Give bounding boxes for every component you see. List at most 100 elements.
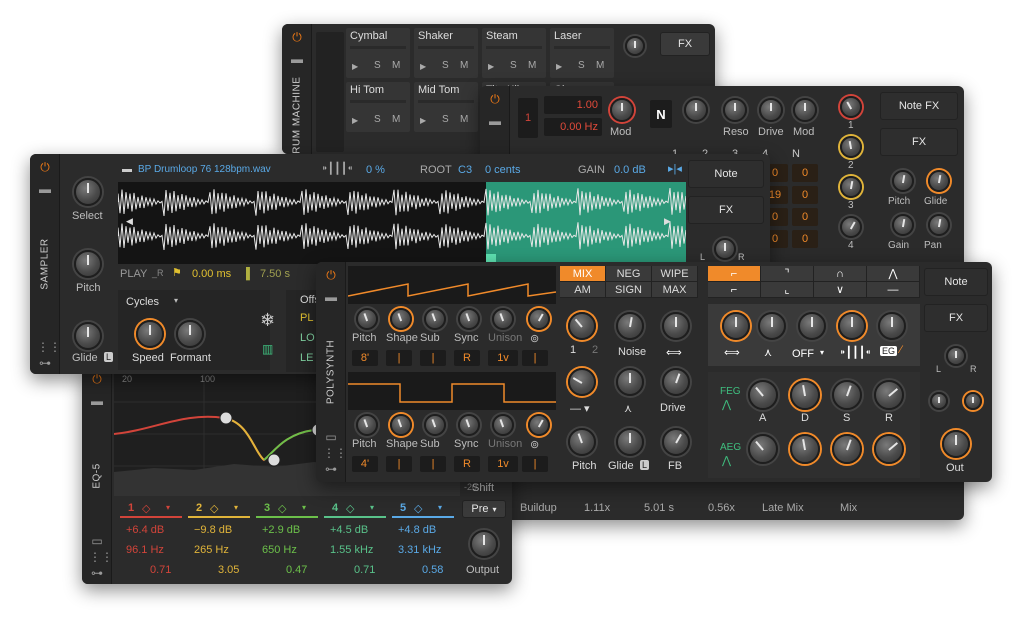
drum-pad[interactable]: Shaker ▶ S M — [414, 28, 478, 78]
chevron-down-icon[interactable]: ▾ — [234, 503, 238, 512]
power-icon[interactable]: ⏻ — [37, 160, 53, 174]
osc1-unison-knob[interactable] — [492, 308, 514, 330]
osc2-value[interactable]: 1v — [488, 456, 518, 472]
aux-knob-2[interactable] — [964, 392, 982, 410]
solo-button[interactable]: S — [578, 60, 585, 71]
feg-shape-icon[interactable]: ⋀ — [722, 398, 731, 411]
drum-pad[interactable]: Cymbal ▶ S M — [346, 28, 410, 78]
osc2-value[interactable]: 4' — [352, 456, 378, 472]
mute-button[interactable]: M — [460, 60, 468, 71]
filter-type-1-icon[interactable]: ⌐ — [708, 266, 761, 282]
loop-icon[interactable]: _R — [152, 268, 164, 278]
grid-cell[interactable]: 0 — [792, 186, 818, 204]
stereo-icon[interactable]: ⊚ — [530, 332, 539, 345]
drum-pad[interactable]: Laser ▶ S M — [550, 28, 614, 78]
power-icon[interactable]: ⏻ — [487, 92, 503, 106]
osc2-sub-knob[interactable] — [424, 414, 446, 436]
mute-button[interactable]: M — [392, 60, 400, 71]
filter-type-8-icon[interactable]: — — [867, 282, 920, 298]
glide-knob[interactable] — [616, 428, 644, 456]
aeg-d-knob[interactable] — [790, 434, 820, 464]
slash-icon[interactable]: ∕ — [900, 344, 902, 356]
timbre-knob[interactable] — [616, 368, 644, 396]
filter-off-value[interactable]: OFF — [792, 348, 814, 360]
pitch-mod-knob[interactable] — [568, 428, 596, 456]
osc1-sub-knob[interactable] — [424, 308, 446, 330]
solo-button[interactable]: S — [374, 60, 381, 71]
band-shape-icon[interactable]: ◇ — [210, 502, 218, 515]
percent-value[interactable]: 0 % — [366, 164, 385, 176]
eq-node-1[interactable] — [219, 411, 233, 425]
osc1-value[interactable]: R — [454, 350, 480, 366]
right-knob-pan[interactable] — [928, 214, 950, 236]
aeg-s-knob[interactable] — [832, 434, 862, 464]
mod-knob[interactable] — [610, 98, 634, 122]
band-shape-icon[interactable]: ◇ — [346, 502, 354, 515]
mix-mode-neg[interactable]: NEG — [606, 266, 652, 282]
play-icon[interactable]: ▶ — [352, 62, 358, 71]
note-fx-button[interactable]: Note FX — [880, 92, 958, 120]
fb-knob[interactable] — [662, 428, 690, 456]
list-item-legato[interactable]: LE — [300, 352, 313, 364]
aeg-shape-icon[interactable]: ⋀ — [722, 454, 731, 467]
osc2-unison-knob[interactable] — [492, 414, 514, 436]
fx-button[interactable]: FX — [688, 196, 764, 224]
mix-mode-max[interactable]: MAX — [652, 282, 698, 298]
end-flag-icon[interactable]: ▌ — [246, 268, 254, 280]
drum-pad[interactable]: Steam ▶ S M — [482, 28, 546, 78]
band-shape-icon[interactable]: ◇ — [278, 502, 286, 515]
resonance-knob[interactable] — [758, 312, 786, 340]
pan-knob[interactable] — [714, 238, 736, 260]
feg-r-knob[interactable] — [874, 380, 904, 410]
link-icon[interactable]: ⊶ — [37, 356, 53, 370]
mix-mode-wipe[interactable]: WIPE — [652, 266, 698, 282]
osc2-mix-knob[interactable] — [528, 414, 550, 436]
mode-value[interactable]: Cycles — [126, 296, 159, 308]
left-arrow-icon[interactable]: ◀ — [126, 216, 133, 227]
freeze-icon[interactable]: ❄ — [260, 310, 275, 331]
play-ms-value[interactable]: 0.00 ms — [192, 268, 231, 280]
link-icon[interactable]: ⊶ — [323, 462, 339, 476]
solo-button[interactable]: S — [510, 60, 517, 71]
solo-button[interactable]: S — [374, 114, 381, 125]
chevron-down-icon[interactable]: ▾ — [302, 503, 306, 512]
grid-icon[interactable]: ⋮⋮ — [37, 340, 61, 354]
osc1-sync-knob[interactable] — [458, 308, 480, 330]
keytrack-icon[interactable]: ⁍┃┃┃⁌ — [840, 346, 871, 359]
filter-type-3-icon[interactable]: ∩ — [814, 266, 867, 282]
window-icon[interactable]: ▭ — [89, 534, 105, 548]
note-button[interactable]: Note — [688, 160, 764, 188]
chevron-down-icon[interactable]: ▾ — [370, 503, 374, 512]
osc-balance-knob[interactable] — [568, 312, 596, 340]
mute-button[interactable]: M — [528, 60, 536, 71]
mute-button[interactable]: M — [392, 114, 400, 125]
folder-icon[interactable]: ▬ — [323, 290, 339, 304]
send-knob-4[interactable] — [840, 216, 862, 238]
osc2-value[interactable]: | — [420, 456, 446, 472]
feg-a-knob[interactable] — [748, 380, 778, 410]
filter-type-2-icon[interactable]: ⌝ — [761, 266, 814, 282]
osc1-value[interactable]: | — [522, 350, 548, 366]
note-button[interactable]: Note — [924, 268, 988, 296]
send-knob-3[interactable] — [840, 176, 862, 198]
right-knob-gain[interactable] — [892, 214, 914, 236]
cutoff-knob[interactable] — [684, 98, 708, 122]
osc2-value[interactable]: | — [386, 456, 412, 472]
play-icon[interactable]: ▶ — [420, 116, 426, 125]
osc1-pitch-knob[interactable] — [356, 308, 378, 330]
speed-knob[interactable] — [136, 320, 164, 348]
cutoff-knob[interactable] — [722, 312, 750, 340]
formant-knob[interactable] — [176, 320, 204, 348]
mod2-knob[interactable] — [793, 98, 817, 122]
peak-icon[interactable]: ⋏ — [624, 402, 632, 415]
shape-knob[interactable] — [568, 368, 596, 396]
pan-knob[interactable] — [946, 346, 966, 366]
select-knob[interactable] — [74, 178, 102, 206]
right-knob-pitch[interactable] — [892, 170, 914, 192]
filter-type-6-icon[interactable]: ⌞ — [761, 282, 814, 298]
root-value[interactable]: C3 — [458, 164, 472, 176]
volume-knob[interactable] — [625, 36, 645, 56]
osc1-mix-knob[interactable] — [528, 308, 550, 330]
drum-pad[interactable]: Hi Tom ▶ S M — [346, 82, 410, 132]
link-icon[interactable]: ⟺ — [666, 346, 682, 359]
